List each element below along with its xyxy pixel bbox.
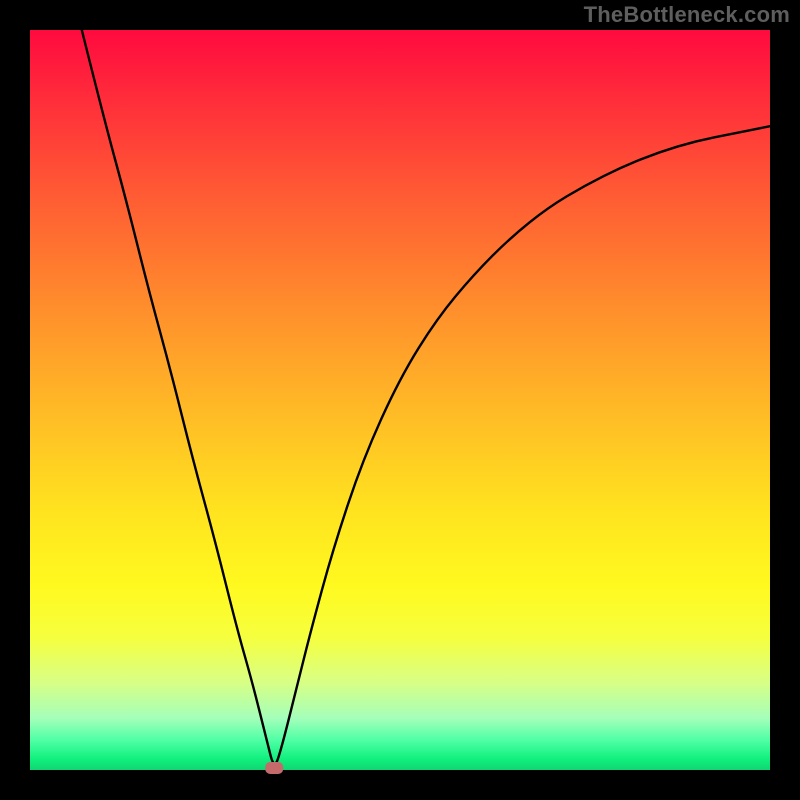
watermark-text: TheBottleneck.com	[584, 2, 790, 28]
minimum-marker	[265, 762, 283, 774]
curve-svg	[30, 30, 770, 770]
bottleneck-curve	[82, 30, 770, 764]
plot-area	[30, 30, 770, 770]
chart-container: TheBottleneck.com	[0, 0, 800, 800]
